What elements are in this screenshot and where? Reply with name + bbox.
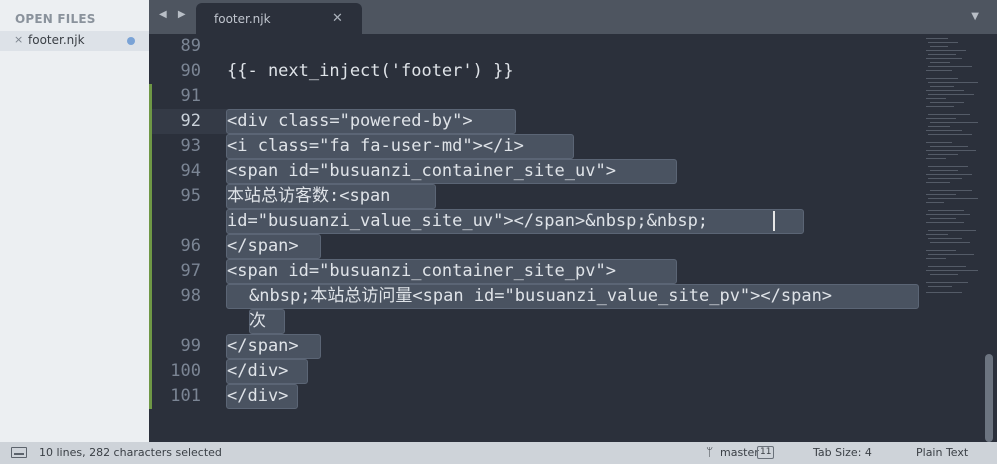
code-line: <i class="fa fa-user-md"></i> — [227, 136, 524, 156]
close-icon[interactable]: × — [14, 33, 23, 46]
line-number: 91 — [180, 86, 201, 106]
panel-toggle-icon[interactable] — [11, 447, 27, 458]
code-editor[interactable]: 89 90 91 92 93 94 95 96 97 98 99 100 101… — [149, 34, 997, 442]
code-line: <span id="busuanzi_container_site_pv"> — [227, 261, 616, 281]
tab-bar: ◀ ▶ footer.njk ✕ ▼ — [149, 0, 997, 34]
line-number: 97 — [180, 261, 201, 281]
sidebar: OPEN FILES × footer.njk — [0, 0, 149, 442]
tab-size-selector[interactable]: Tab Size: 4 — [813, 446, 872, 459]
sidebar-item-footer[interactable]: × footer.njk — [0, 31, 149, 51]
line-number: 99 — [180, 336, 201, 356]
line-number: 96 — [180, 236, 201, 256]
tab-footer[interactable]: footer.njk ✕ — [196, 3, 362, 34]
line-number: 90 — [180, 61, 201, 81]
git-branch-name[interactable]: master — [720, 446, 759, 459]
code-line: </div> — [227, 361, 289, 381]
chevron-down-icon[interactable]: ▼ — [971, 11, 979, 22]
line-number: 94 — [180, 161, 201, 181]
line-number: 100 — [170, 361, 201, 381]
selection-status: 10 lines, 282 characters selected — [39, 446, 222, 459]
open-files-title: OPEN FILES — [15, 12, 96, 26]
line-number: 101 — [170, 386, 201, 406]
text-caret — [773, 211, 775, 231]
code-line: </div> — [227, 386, 289, 406]
line-number: 89 — [180, 36, 201, 56]
git-branch-icon: ᛘ — [706, 445, 714, 459]
code-line: <div class="powered-by"> — [227, 111, 473, 131]
close-icon[interactable]: ✕ — [332, 11, 343, 26]
tab-nav-arrows-icon[interactable]: ◀ ▶ — [159, 9, 190, 20]
sidebar-item-label: footer.njk — [28, 33, 85, 47]
line-number: 95 — [180, 186, 201, 206]
unsaved-dot-icon — [127, 37, 135, 45]
syntax-selector[interactable]: Plain Text — [916, 446, 968, 459]
code-line: {{- next_inject('footer') }} — [227, 61, 514, 81]
git-changes-badge[interactable]: 11 — [757, 446, 775, 459]
code-line: <span id="busuanzi_container_site_uv"> — [227, 161, 616, 181]
code-line: </span> — [227, 336, 299, 356]
status-bar: 10 lines, 282 characters selected ᛘ mast… — [0, 442, 997, 464]
code-line: 本站总访客数:<span — [227, 186, 391, 206]
code-line: id="busuanzi_value_site_uv"></span>&nbsp… — [227, 211, 709, 231]
line-number: 93 — [180, 136, 201, 156]
line-number: 92 — [180, 111, 201, 131]
code-line: 次 — [249, 311, 266, 331]
code-line: &nbsp;本站总访问量<span id="busuanzi_value_sit… — [249, 286, 833, 306]
minimap[interactable] — [924, 34, 982, 304]
tab-label: footer.njk — [214, 12, 271, 26]
vertical-scrollbar[interactable] — [985, 354, 993, 442]
code-line: </span> — [227, 236, 299, 256]
line-number: 98 — [180, 286, 201, 306]
